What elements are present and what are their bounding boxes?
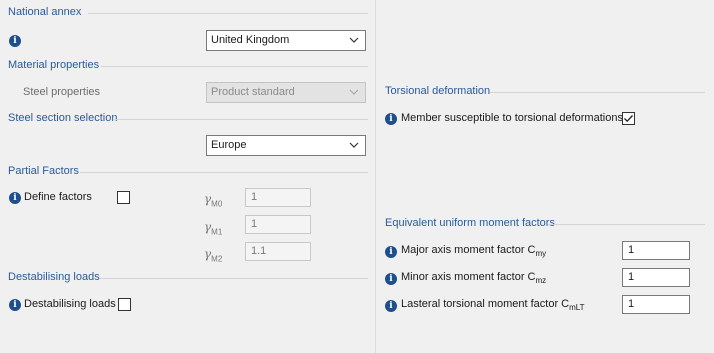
national-annex-select-value: United Kingdom <box>211 34 290 46</box>
lateral-torsional-label: Lasteral torsional moment factor CmLT <box>401 298 585 313</box>
national-annex-select[interactable]: United Kingdom <box>206 30 366 51</box>
gamma-m0-label: γM0 <box>204 192 223 209</box>
info-icon[interactable]: i <box>385 300 397 312</box>
gamma-m1-input[interactable]: 1 <box>245 215 311 234</box>
define-factors-label: Define factors <box>24 191 92 203</box>
chevron-down-icon <box>349 37 359 44</box>
chevron-down-icon <box>349 89 359 96</box>
torsional-deformation-label: Member susceptible to torsional deformat… <box>401 112 623 124</box>
gamma-m2-label: γM2 <box>204 247 223 264</box>
torsional-deformation-checkbox[interactable] <box>622 112 635 125</box>
minor-axis-label: Minor axis moment factor Cmz <box>401 271 547 286</box>
destabilising-loads-checkbox[interactable] <box>118 298 131 311</box>
major-axis-label: Major axis moment factor Cmy <box>401 244 547 259</box>
info-icon[interactable]: i <box>9 299 21 311</box>
info-icon[interactable]: i <box>9 35 21 47</box>
gamma-m1-label: γM1 <box>204 220 223 237</box>
steel-section-rule <box>114 119 368 120</box>
national-annex-title: National annex <box>8 6 82 18</box>
major-axis-input[interactable]: 1 <box>622 241 690 260</box>
minor-axis-input[interactable]: 1 <box>622 268 690 287</box>
partial-factors-title: Partial Factors <box>8 165 79 177</box>
steel-properties-select-value: Product standard <box>211 86 295 98</box>
national-annex-rule <box>88 13 368 14</box>
steel-section-select[interactable]: Europe <box>206 135 366 156</box>
destabilising-loads-title: Destabilising loads <box>8 271 100 283</box>
steel-properties-select: Product standard <box>206 82 366 103</box>
material-properties-title: Material properties <box>8 59 100 71</box>
material-properties-rule <box>101 66 368 67</box>
partial-factors-rule <box>80 172 368 173</box>
moment-factors-rule <box>548 224 705 225</box>
panel-divider <box>375 0 376 353</box>
chevron-down-icon <box>349 142 359 149</box>
lateral-torsional-input[interactable]: 1 <box>622 295 690 314</box>
torsional-deformation-title: Torsional deformation <box>385 85 491 97</box>
info-icon[interactable]: i <box>385 246 397 258</box>
steel-section-title: Steel section selection <box>8 112 118 124</box>
steel-properties-label: Steel properties <box>23 86 101 98</box>
steel-section-select-value: Europe <box>211 139 247 151</box>
moment-factors-title: Equivalent uniform moment factors <box>385 217 555 229</box>
checkmark-icon <box>624 115 633 123</box>
gamma-m0-input[interactable]: 1 <box>245 188 311 207</box>
info-icon[interactable]: i <box>385 113 397 125</box>
destabilising-loads-rule <box>100 278 368 279</box>
gamma-m2-input[interactable]: 1.1 <box>245 242 311 261</box>
torsional-deformation-rule <box>490 92 705 93</box>
info-icon[interactable]: i <box>385 273 397 285</box>
define-factors-checkbox[interactable] <box>117 191 130 204</box>
info-icon[interactable]: i <box>9 192 21 204</box>
destabilising-loads-label: Destabilising loads <box>24 298 116 310</box>
